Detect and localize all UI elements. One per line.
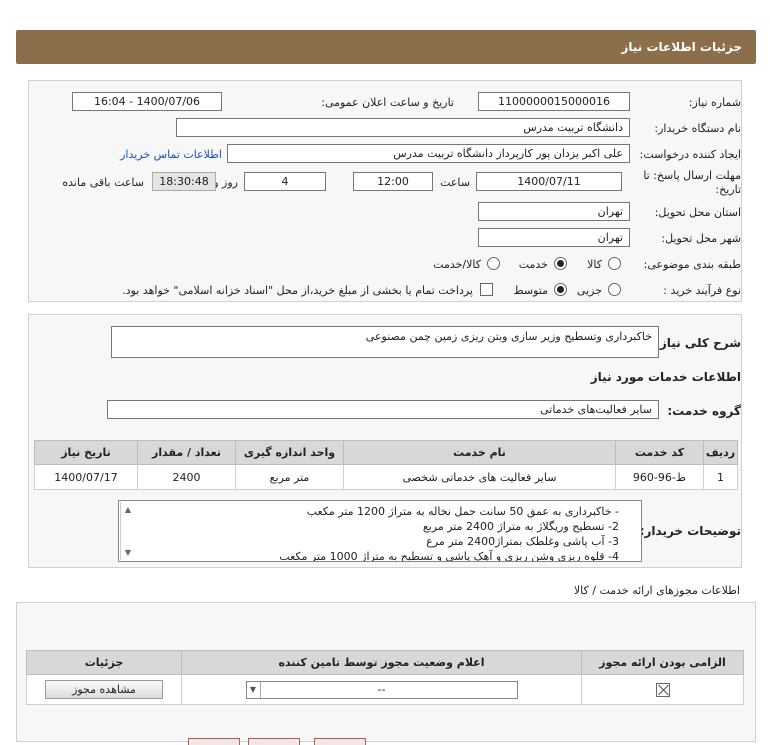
notes-scrollbar[interactable]: ▲ ▼ bbox=[120, 502, 135, 560]
buyer-org-label: نام دستگاه خریدار: bbox=[654, 122, 741, 135]
time-label: ساعت bbox=[440, 176, 470, 189]
scroll-up-icon[interactable]: ▲ bbox=[125, 502, 131, 517]
service-group-label: گروه خدمت: bbox=[667, 404, 741, 418]
permit-status-select[interactable]: -- ▼ bbox=[245, 680, 518, 699]
permits-table-header: الزامی بودن ارائه مجوز اعلام وضعیت مجوز … bbox=[26, 650, 744, 675]
col-permit-status: اعلام وضعیت مجوز توسط تامین کننده bbox=[181, 650, 582, 675]
services-section-title: اطلاعات خدمات مورد نیاز bbox=[590, 370, 741, 384]
province-label: استان محل تحویل: bbox=[654, 206, 741, 219]
scroll-down-icon[interactable]: ▼ bbox=[125, 545, 131, 560]
action-button-3[interactable] bbox=[314, 738, 366, 745]
action-button-1[interactable] bbox=[188, 738, 240, 745]
col-row: ردیف bbox=[703, 440, 738, 465]
announce-label: تاریخ و ساعت اعلان عمومی: bbox=[321, 96, 454, 109]
cell-need-date: 1400/07/17 bbox=[34, 464, 138, 490]
buyer-note-line: 3- آب پاشی وغلطک بمتراژ2400 متر مرع bbox=[426, 535, 619, 548]
chevron-down-icon[interactable]: ▼ bbox=[247, 681, 261, 698]
cell-unit: متر مربع bbox=[235, 464, 344, 490]
category-goods-label: کالا bbox=[587, 258, 602, 271]
cell-service-name: سایر فعالیت های خدماتی شخصی bbox=[343, 464, 616, 490]
cell-quantity: 2400 bbox=[137, 464, 236, 490]
requester-field: علی اکبر یزدان پور کارپرداز دانشگاه تربی… bbox=[227, 144, 630, 163]
col-permit-required: الزامی بودن ارائه مجوز bbox=[581, 650, 744, 675]
category-goods-radio[interactable] bbox=[608, 257, 621, 270]
required-checkbox-icon bbox=[655, 682, 670, 697]
city-field: تهران bbox=[478, 228, 630, 247]
page-header: جزئیات اطلاعات نیاز bbox=[16, 30, 756, 64]
treasury-payment-checkbox[interactable] bbox=[480, 283, 493, 296]
category-goods-service-label: کالا/خدمت bbox=[433, 258, 481, 271]
col-permit-details: جزئیات bbox=[26, 650, 182, 675]
services-table: ردیف کد خدمت نام خدمت واحد اندازه گیری ت… bbox=[34, 440, 738, 490]
cell-service-code: ط-96-960 bbox=[615, 464, 704, 490]
col-need-date: تاریخ نیاز bbox=[34, 440, 138, 465]
announce-field: 1400/07/06 - 16:04 bbox=[72, 92, 222, 111]
need-number-field: 1100000015000016 bbox=[478, 92, 630, 111]
permits-table: الزامی بودن ارائه مجوز اعلام وضعیت مجوز … bbox=[26, 650, 744, 705]
city-label: شهر محل تحویل: bbox=[661, 232, 741, 245]
buyer-notes-box[interactable]: - خاکبرداری به عمق 50 سانت حمل نخاله به … bbox=[118, 500, 642, 562]
buyer-note-line: - خاکبرداری به عمق 50 سانت حمل نخاله به … bbox=[306, 505, 619, 518]
permits-title: اطلاعات مجوزهای ارائه خدمت / کالا bbox=[573, 584, 740, 597]
summary-field: خاکبرداری وتسطیح وزیر سازی وبتن ریزی زمی… bbox=[111, 326, 659, 358]
table-row: 1 ط-96-960 سایر فعالیت های خدماتی شخصی م… bbox=[34, 464, 738, 490]
deadline-date-field: 1400/07/11 bbox=[476, 172, 622, 191]
days-label: روز و bbox=[213, 176, 238, 189]
remaining-label: ساعت باقی مانده bbox=[62, 176, 144, 189]
col-unit: واحد اندازه گیری bbox=[235, 440, 344, 465]
buyer-note-line: 4- قلوه ریزی وشن ریزی و آهک پاشی و تسطیح… bbox=[279, 550, 619, 562]
category-service-label: خدمت bbox=[518, 258, 548, 271]
buyer-note-line: 2- تسطیح وریگلاژ به متراژ 2400 متر مربع bbox=[422, 520, 619, 533]
cell-permit-status: -- ▼ bbox=[181, 674, 582, 705]
cell-row: 1 bbox=[703, 464, 738, 490]
permit-status-value: -- bbox=[377, 683, 386, 696]
category-service-radio[interactable] bbox=[554, 257, 567, 270]
col-quantity: تعداد / مقدار bbox=[137, 440, 236, 465]
col-service-name: نام خدمت bbox=[343, 440, 616, 465]
buyer-org-field: دانشگاه تربیت مدرس bbox=[176, 118, 630, 137]
service-group-field: سایر فعالیت‌های خدماتی bbox=[107, 400, 659, 419]
category-goods-service-radio[interactable] bbox=[487, 257, 500, 270]
process-minor-radio[interactable] bbox=[608, 283, 621, 296]
process-label: نوع فرآیند خرید : bbox=[663, 284, 741, 297]
cell-permit-details: مشاهده مجوز bbox=[26, 674, 182, 705]
buyer-notes-label: توضیحات خریدار: bbox=[639, 524, 741, 538]
view-permit-button[interactable]: مشاهده مجوز bbox=[45, 680, 163, 699]
treasury-payment-note: پرداخت تمام یا بخشی از مبلغ خرید،از محل … bbox=[122, 284, 473, 297]
col-service-code: کد خدمت bbox=[615, 440, 704, 465]
need-number-label: شماره نیاز: bbox=[688, 96, 741, 109]
buyer-contact-link[interactable]: اطلاعات تماس خریدار bbox=[120, 148, 222, 161]
process-minor-label: جزیی bbox=[576, 284, 602, 297]
summary-label: شرح کلی نیاز: bbox=[655, 336, 741, 350]
remaining-time-field: 18:30:48 bbox=[152, 172, 216, 191]
category-label: طبقه بندی موضوعی: bbox=[643, 258, 741, 271]
days-field: 4 bbox=[244, 172, 326, 191]
need-info-panel bbox=[28, 80, 742, 302]
deadline-label-2: تاریخ: bbox=[715, 183, 741, 196]
deadline-label: مهلت ارسال پاسخ: تا bbox=[643, 169, 741, 182]
province-field: تهران bbox=[478, 202, 630, 221]
table-row: -- ▼ مشاهده مجوز bbox=[26, 674, 744, 705]
deadline-time-field: 12:00 bbox=[353, 172, 433, 191]
process-medium-label: متوسط bbox=[513, 284, 548, 297]
services-table-header: ردیف کد خدمت نام خدمت واحد اندازه گیری ت… bbox=[34, 440, 738, 465]
process-medium-radio[interactable] bbox=[554, 283, 567, 296]
requester-label: ایجاد کننده درخواست: bbox=[639, 148, 741, 161]
action-button-2[interactable] bbox=[248, 738, 300, 745]
cell-permit-required bbox=[581, 674, 744, 705]
page-title: جزئیات اطلاعات نیاز bbox=[621, 40, 742, 54]
